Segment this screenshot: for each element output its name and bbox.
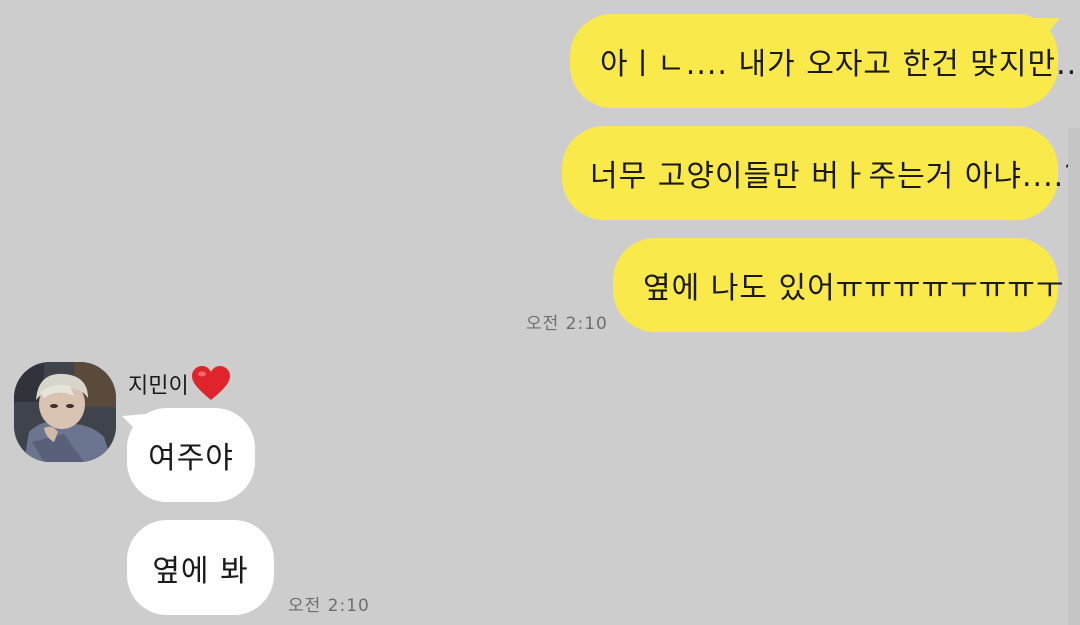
sent-message-bubble[interactable]: 아ㅣㄴ.... 내가 오자고 한건 맞지만... [570,14,1080,108]
sent-message-bubble[interactable]: 너무 고양이들만 버ㅏ주는거 아냐....?? [562,126,1080,220]
received-message-bubble[interactable]: 여주야 [127,408,255,502]
received-message-text: 여주야 [148,441,234,476]
received-message-text: 옆에 봐 [152,553,249,589]
sent-timestamp: 오전 2:10 [526,314,608,334]
sent-message-bubble[interactable]: 옆에 나도 있어ㅠㅠㅠㅠㅜㅠㅠㅜ [613,238,1063,332]
sent-message-text: 아ㅣㄴ.... 내가 오자고 한건 맞지만... [600,47,1080,82]
scrollbar[interactable] [1068,128,1080,625]
avatar-photo-icon [14,362,116,462]
received-message-bubble[interactable]: 옆에 봐 [127,520,274,615]
sender-name-text: 지민이 [128,374,189,399]
red-heart-icon [191,366,230,400]
sent-message-text: 옆에 나도 있어ㅠㅠㅠㅠㅜㅠㅠㅜ [643,271,1065,306]
sent-message-text: 너무 고양이들만 버ㅏ주는거 아냐....?? [590,159,1080,194]
received-timestamp: 오전 2:10 [288,596,370,616]
chat-screen: 아ㅣㄴ.... 내가 오자고 한건 맞지만... 너무 고양이들만 버ㅏ주는거 … [0,0,1080,625]
sender-name: 지민이 [128,366,231,402]
avatar[interactable] [14,362,116,462]
